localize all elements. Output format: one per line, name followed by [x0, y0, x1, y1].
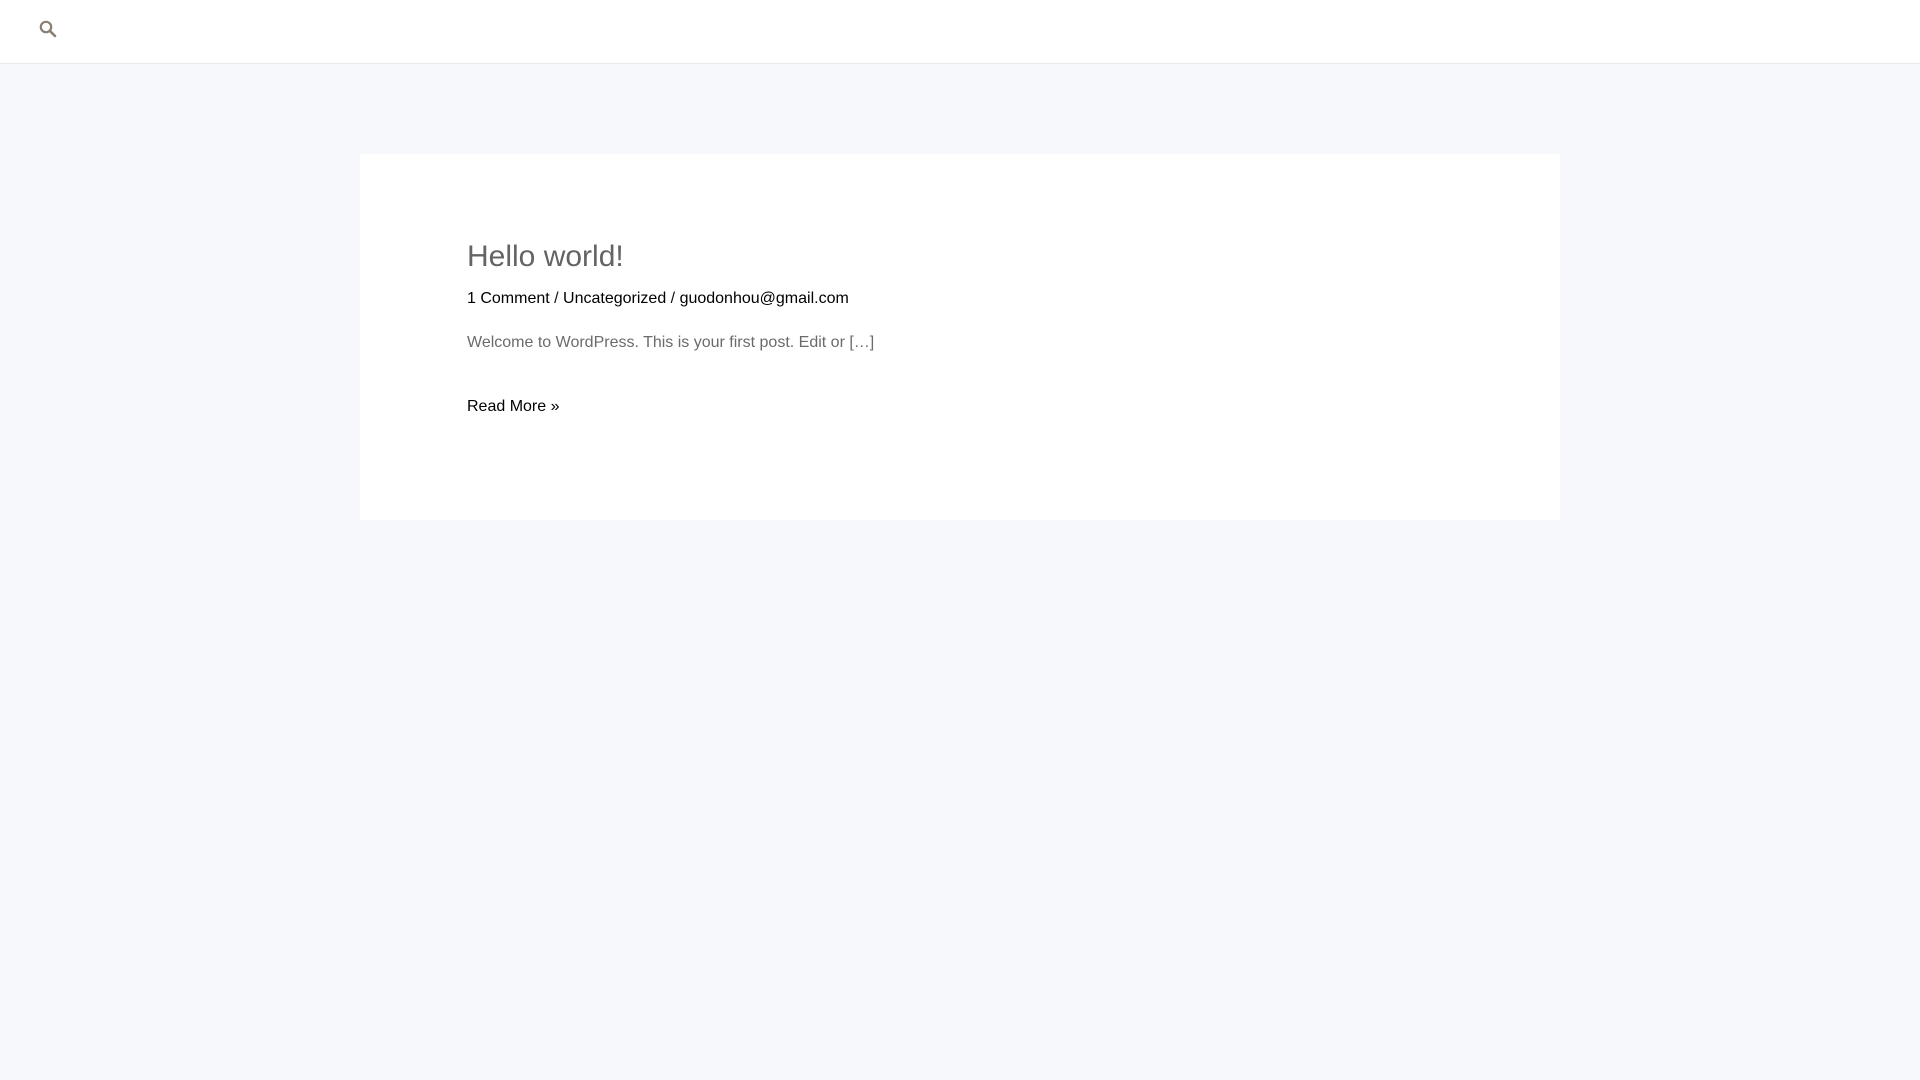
meta-separator: /	[549, 290, 564, 307]
search-button[interactable]	[36, 17, 60, 41]
read-more-link[interactable]: Read More »	[467, 398, 560, 416]
category-link[interactable]: Uncategorized	[563, 290, 666, 307]
post-title[interactable]: Hello world!	[467, 239, 874, 275]
meta-separator: /	[666, 290, 680, 307]
post-excerpt: Welcome to WordPress. This is your first…	[467, 333, 875, 351]
post-content: Hello world! 1 Comment / Uncategorized /…	[467, 239, 874, 416]
post-card: Hello world! 1 Comment / Uncategorized /…	[360, 154, 1560, 520]
comments-link[interactable]: 1 Comment	[467, 290, 550, 307]
post-meta: 1 Comment / Uncategorized / guodonhou@gm…	[467, 289, 874, 310]
search-icon	[36, 17, 60, 41]
site-header	[0, 0, 1920, 64]
author-link[interactable]: guodonhou@gmail.com	[680, 290, 849, 307]
